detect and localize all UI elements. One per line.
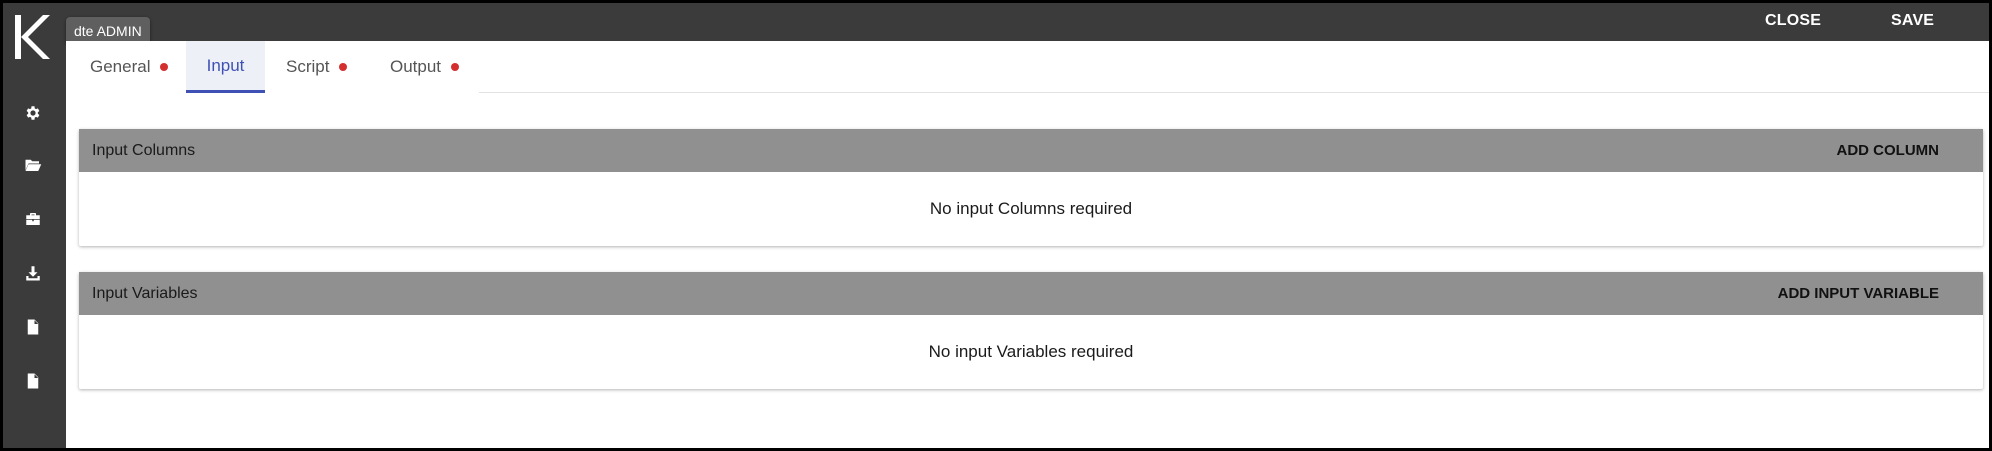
status-dot — [160, 63, 169, 71]
panel-header: Input Columns ADD COLUMN — [79, 129, 1983, 172]
document-icon[interactable] — [23, 317, 43, 337]
top-bar: CLOSE SAVE — [66, 3, 1989, 41]
add-input-variable-button[interactable]: ADD INPUT VARIABLE — [1778, 285, 1939, 302]
panel-empty-message: No input Columns required — [929, 199, 1133, 218]
gear-icon[interactable] — [23, 103, 43, 123]
briefcase-icon[interactable] — [23, 209, 43, 229]
tab-label: General — [90, 57, 151, 76]
save-button[interactable]: SAVE — [1891, 12, 1934, 30]
add-column-button[interactable]: ADD COLUMN — [1837, 142, 1940, 159]
tab-label: Output — [390, 57, 442, 76]
panel-header: Input Variables ADD INPUT VARIABLE — [79, 272, 1983, 315]
tab-label: Input — [206, 55, 245, 75]
download-icon[interactable] — [23, 263, 43, 283]
panel-title: Input Columns — [92, 141, 196, 159]
app-window: CLOSE SAVE dte ADMIN General Input Scrip… — [0, 0, 1992, 451]
input-columns-panel: Input Columns ADD COLUMN No input Column… — [79, 129, 1983, 246]
document-icon[interactable] — [23, 371, 43, 391]
tab-input[interactable]: Input — [186, 41, 265, 93]
status-dot — [451, 63, 460, 71]
close-button[interactable]: CLOSE — [1765, 12, 1821, 30]
tab-label: Script — [286, 57, 330, 76]
tab-divider — [479, 92, 1989, 93]
tab-general[interactable]: General — [70, 41, 188, 93]
input-variables-panel: Input Variables ADD INPUT VARIABLE No in… — [79, 272, 1983, 389]
tab-script[interactable]: Script — [266, 41, 367, 93]
sidebar — [3, 3, 66, 448]
panel-title: Input Variables — [92, 284, 198, 302]
logo — [15, 15, 50, 59]
panel-empty-message: No input Variables required — [928, 342, 1134, 361]
tab-bar: General Input Script Output — [66, 41, 479, 93]
status-dot — [339, 63, 348, 71]
tab-output[interactable]: Output — [370, 41, 479, 93]
folder-open-icon[interactable] — [23, 155, 43, 175]
